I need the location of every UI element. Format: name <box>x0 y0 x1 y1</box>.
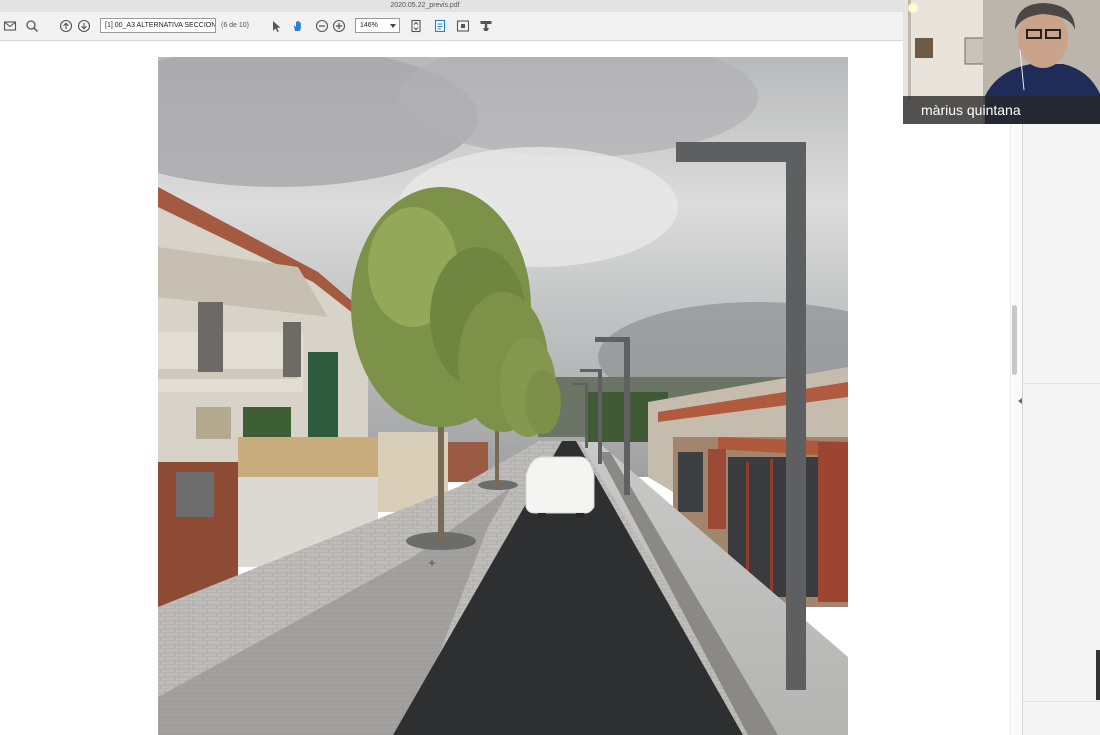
vertical-scrollbar[interactable] <box>1010 41 1021 735</box>
hand-tool-icon[interactable] <box>290 18 306 34</box>
pdf-document-view[interactable] <box>0 41 1022 735</box>
zoom-out-icon[interactable] <box>314 18 330 34</box>
zoom-in-icon[interactable] <box>331 18 347 34</box>
street-rendering-image <box>158 57 848 735</box>
page-up-icon[interactable] <box>58 18 74 34</box>
window-title: 2020.05.22_previs.pdf <box>390 2 460 9</box>
edge-handle[interactable] <box>1096 650 1100 700</box>
panel-divider <box>1023 383 1100 384</box>
search-icon[interactable] <box>24 18 40 34</box>
panel-divider <box>1023 701 1100 702</box>
fullscreen-icon[interactable] <box>455 18 471 34</box>
collapse-panel-icon[interactable] <box>1018 398 1022 404</box>
zoom-level-select[interactable]: 146% <box>355 18 400 33</box>
stamp-icon[interactable] <box>478 18 494 34</box>
page-count: (6 de 10) <box>221 22 250 29</box>
document-section-select[interactable]: [1] 00_A3 ALTERNATIVA SECCIONS <box>100 18 216 33</box>
participant-name-bar: màrius quintana <box>903 96 1100 124</box>
page-down-icon[interactable] <box>76 18 92 34</box>
scrollbar-thumb[interactable] <box>1012 305 1017 375</box>
fit-page-icon[interactable] <box>408 18 424 34</box>
participant-video-tile[interactable]: màrius quintana <box>903 0 1100 124</box>
fit-width-icon[interactable] <box>432 18 448 34</box>
zoom-level-value: 146% <box>360 22 378 29</box>
participant-name: màrius quintana <box>921 102 1021 118</box>
chevron-down-icon <box>390 24 396 28</box>
side-panel <box>1022 41 1100 735</box>
mouse-cursor-icon <box>429 553 435 566</box>
mail-icon[interactable] <box>2 18 18 34</box>
select-arrow-icon[interactable] <box>268 18 284 34</box>
pdf-toolbar: [1] 00_A3 ALTERNATIVA SECCIONS (6 de 10)… <box>0 12 905 41</box>
